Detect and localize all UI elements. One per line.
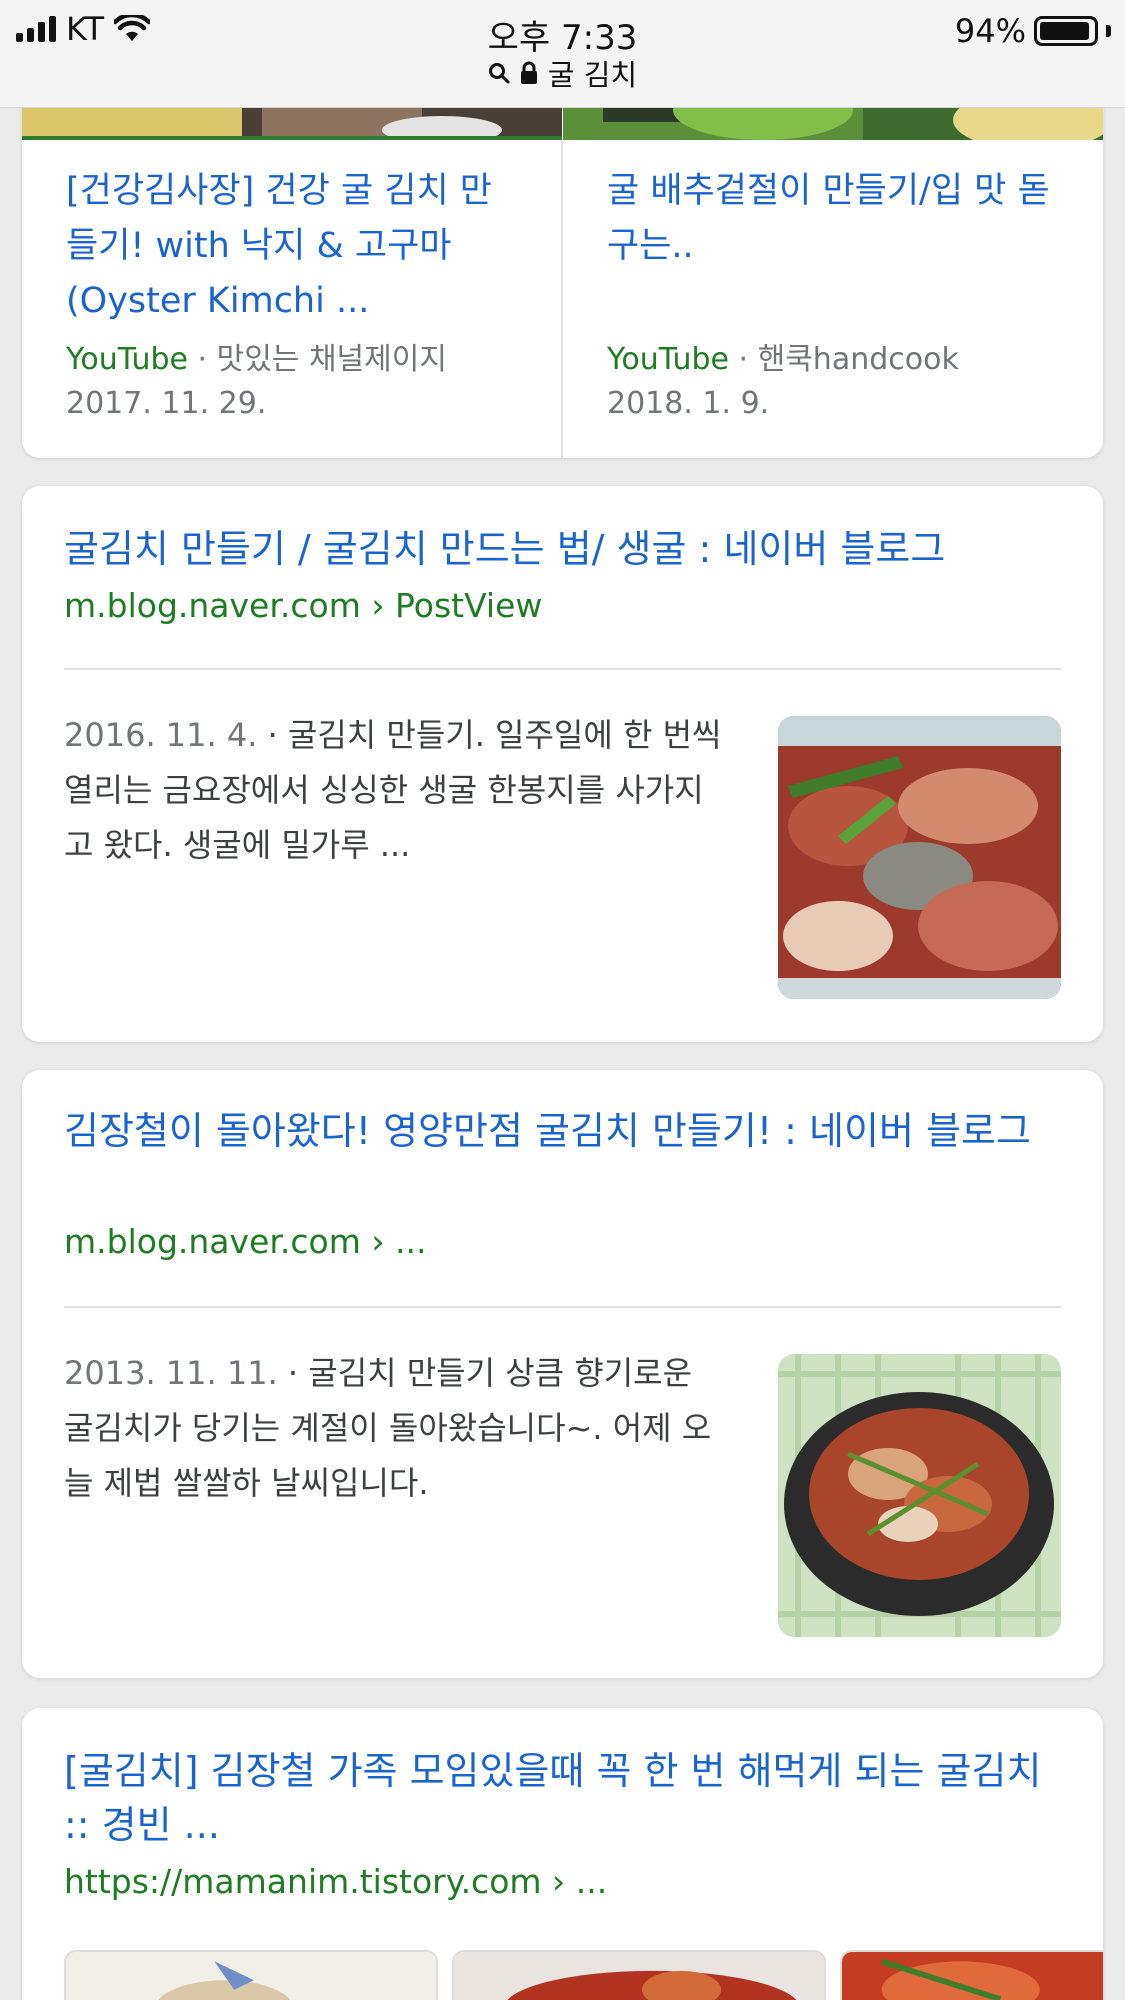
status-bar: KT 오후 7:33 94% 굴 김치: [0, 0, 1125, 108]
url-text: 굴 김치: [547, 58, 638, 92]
result-url-1[interactable]: m.blog.naver.com › PostView: [64, 586, 542, 625]
video-meta-1: YouTube · 맛있는 채널제이지 2017. 11. 29.: [66, 338, 447, 426]
video-result-1[interactable]: [건강김사장] 건강 굴 김치 만들기! with 낙지 & 고구마 (Oyst…: [22, 60, 562, 458]
result-url-2[interactable]: m.blog.naver.com › ...: [64, 1222, 427, 1261]
video-source-2: YouTube: [607, 342, 729, 377]
video-channel-1: · 맛있는 채널제이지: [188, 342, 447, 377]
lock-icon: [520, 61, 537, 84]
result-divider-1: [64, 668, 1061, 670]
video-title-2[interactable]: 굴 배추겉절이 만들기/입 맛 돋구는..: [607, 164, 1057, 274]
result-image-3c[interactable]: [840, 1950, 1103, 2000]
battery-percent: 94%: [954, 12, 1026, 50]
result-title-1[interactable]: 굴김치 만들기 / 굴김치 만드는 법/ 생굴 : 네이버 블로그: [64, 522, 1064, 576]
search-icon: [488, 63, 510, 84]
video-result-2[interactable]: 굴 배추겉절이 만들기/입 맛 돋구는.. YouTube · 핸쿡handco…: [563, 60, 1103, 458]
result-image-2[interactable]: [778, 1354, 1061, 1637]
search-result-3: [굴김치] 김장철 가족 모임있을때 꼭 한 번 해먹게 되는 굴김치 :: 경…: [22, 1708, 1103, 2000]
search-result-1: 굴김치 만들기 / 굴김치 만드는 법/ 생굴 : 네이버 블로그 m.blog…: [22, 486, 1103, 1042]
result-title-2[interactable]: 김장철이 돌아왔다! 영양만점 굴김치 만들기! : 네이버 블로그: [64, 1104, 1064, 1158]
video-results-card: [건강김사장] 건강 굴 김치 만들기! with 낙지 & 고구마 (Oyst…: [22, 60, 1103, 458]
result-image-3b[interactable]: [452, 1950, 826, 2000]
video-title-1[interactable]: [건강김사장] 건강 굴 김치 만들기! with 낙지 & 고구마 (Oyst…: [66, 164, 516, 329]
battery-group: 94%: [955, 12, 1111, 50]
result-title-3[interactable]: [굴김치] 김장철 가족 모임있을때 꼭 한 번 해먹게 되는 굴김치 :: 경…: [64, 1744, 1064, 1852]
result-divider-2: [64, 1306, 1061, 1308]
result-date-1: 2016. 11. 4.: [64, 716, 258, 754]
result-image-3a[interactable]: [64, 1950, 438, 2000]
video-source-1: YouTube: [66, 342, 188, 377]
search-result-2: 김장철이 돌아왔다! 영양만점 굴김치 만들기! : 네이버 블로그 m.blo…: [22, 1070, 1103, 1678]
address-bar[interactable]: 굴 김치: [0, 52, 1125, 94]
result-date-2: 2013. 11. 11.: [64, 1354, 278, 1392]
result-url-3[interactable]: https://mamanim.tistory.com › ...: [64, 1862, 607, 1901]
video-date-1: 2017. 11. 29.: [66, 386, 267, 421]
video-date-2: 2018. 1. 9.: [607, 386, 770, 421]
result-snippet-2: 2013. 11. 11. · 굴김치 만들기 상큼 향기로운 굴김치가 당기는…: [64, 1346, 724, 1511]
battery-icon: [1034, 16, 1098, 46]
video-channel-2: · 핸쿡handcook: [729, 342, 959, 377]
result-images-row: [64, 1950, 1103, 2000]
result-snippet-1: 2016. 11. 4. · 굴김치 만들기. 일주일에 한 번씩 열리는 금요…: [64, 708, 724, 873]
video-meta-2: YouTube · 핸쿡handcook 2018. 1. 9.: [607, 338, 959, 426]
result-image-1[interactable]: [778, 716, 1061, 999]
